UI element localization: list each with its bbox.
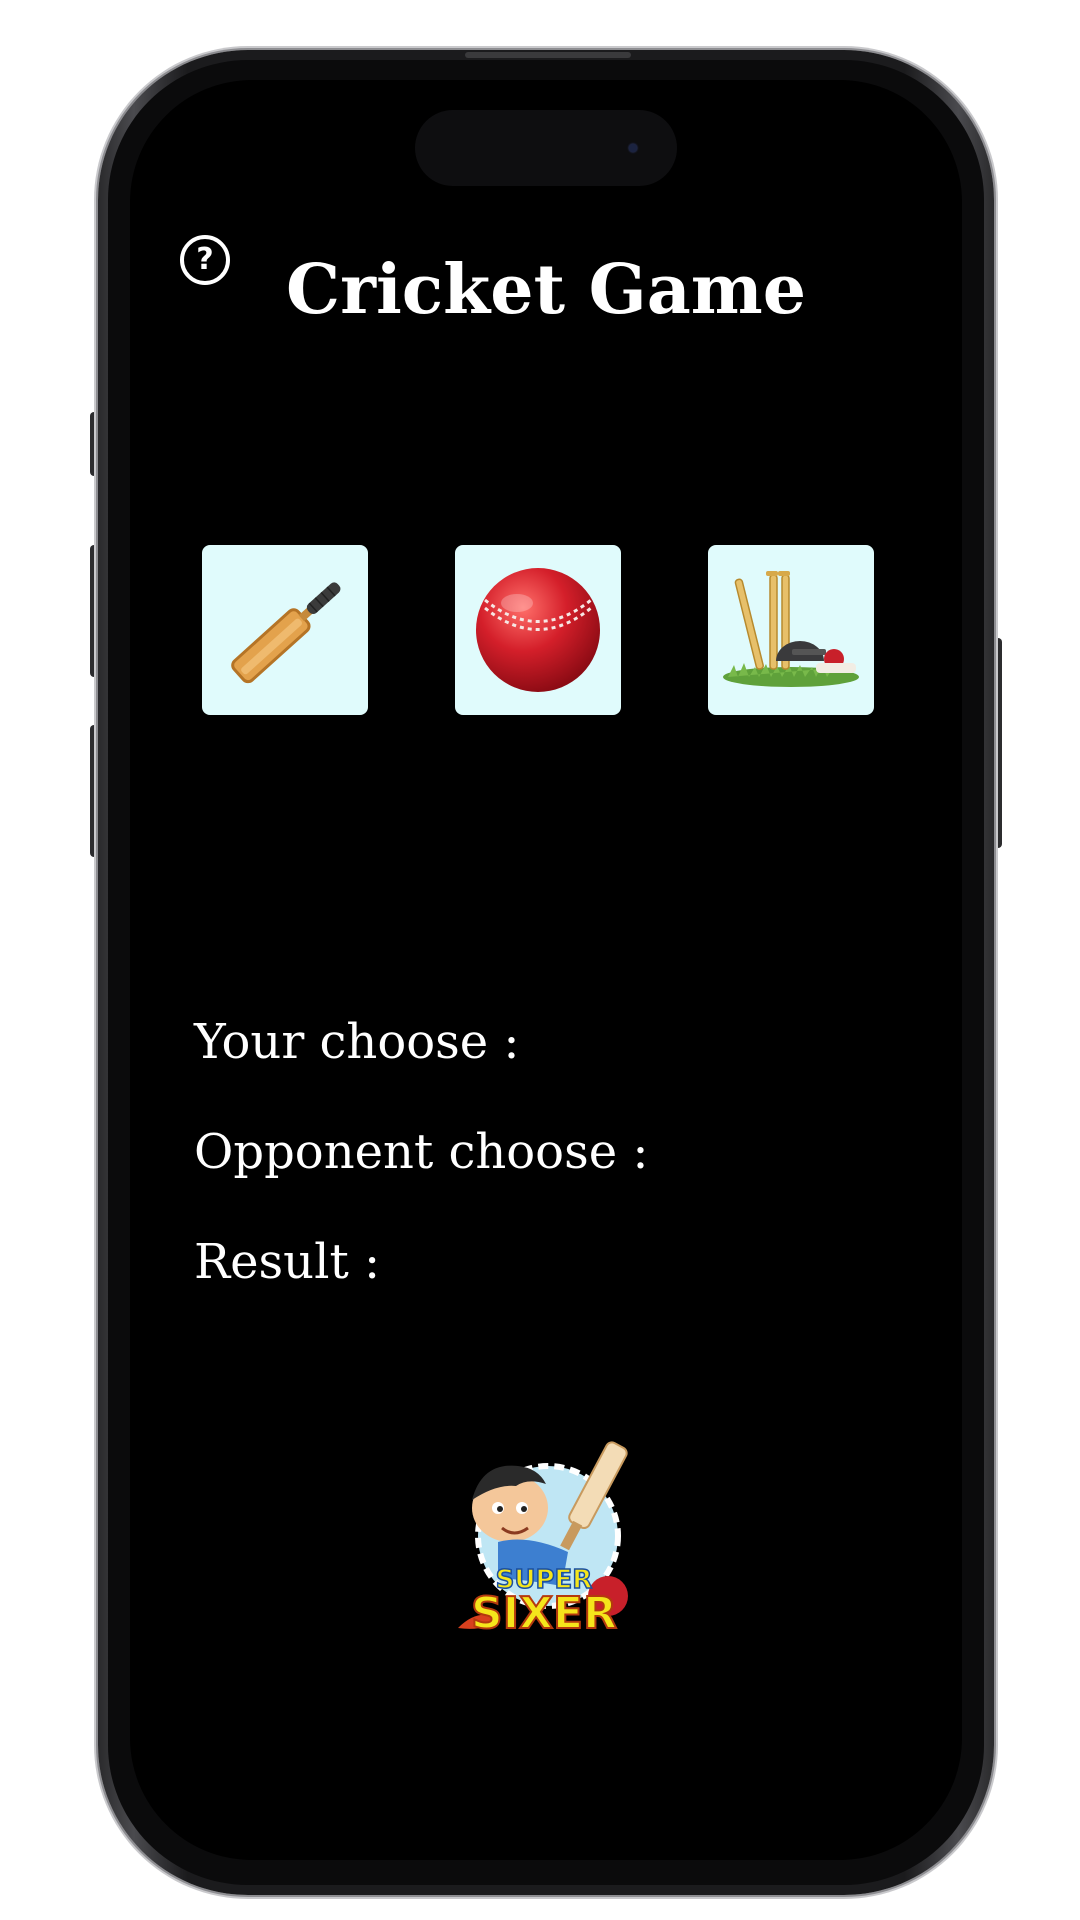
your-choice-label: Your choose : [194,1014,520,1070]
super-sixer-logo: SUPER SIXER [440,1438,640,1648]
super-sixer-logo-art: SUPER SIXER [458,1441,628,1640]
question-circle-icon: ? [196,242,214,277]
cricket-stumps-icon [723,571,859,687]
front-camera [629,144,637,152]
choice-stumps-button[interactable] [708,545,874,715]
cricket-bat-icon [231,582,341,684]
logo-line-2: SIXER [471,1588,617,1639]
result-label: Result : [194,1234,381,1290]
opponent-choice-label: Opponent choose : [194,1124,649,1180]
page-title: Cricket Game [286,250,806,330]
earpiece-speaker [465,52,631,58]
choice-bat-button[interactable] [202,545,368,715]
dynamic-island [415,110,677,186]
choice-ball-button[interactable] [455,545,621,715]
cricket-ball-icon [476,568,600,692]
page: ? Cricket Game Your choose: Opponent ch… [0,0,1080,1920]
help-button[interactable]: ? [180,235,230,285]
